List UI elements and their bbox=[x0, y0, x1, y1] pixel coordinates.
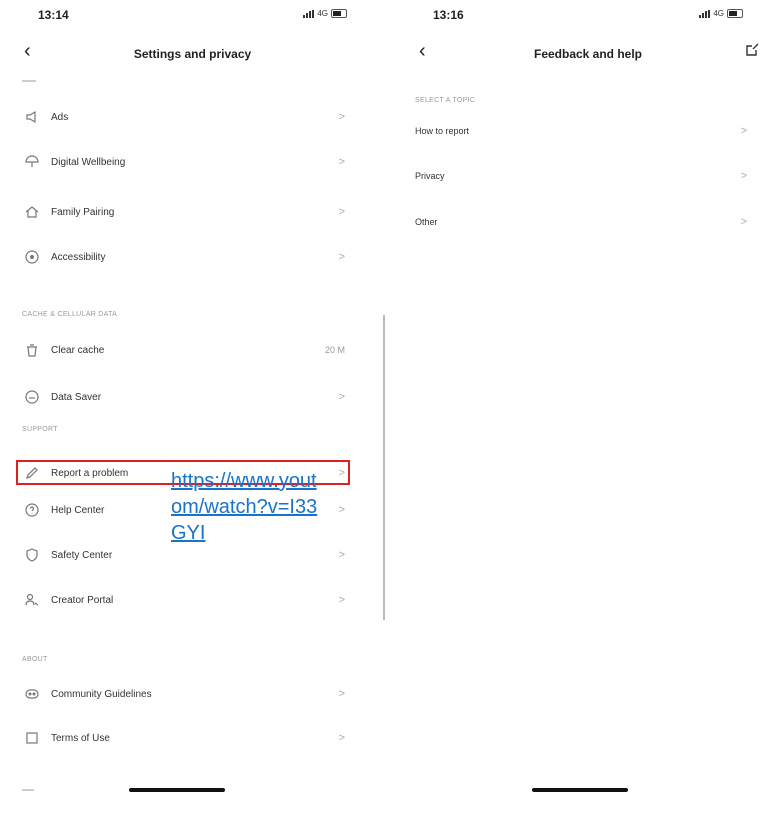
chevron-right-icon: > bbox=[338, 206, 345, 218]
settings-item-clear-cache[interactable]: Clear cache 20 M bbox=[0, 333, 385, 367]
settings-item-accessibility[interactable]: Accessibility > bbox=[0, 240, 385, 274]
topic-label: Other bbox=[415, 217, 438, 227]
home-indicator[interactable] bbox=[532, 788, 628, 792]
topic-label: Privacy bbox=[415, 171, 445, 181]
settings-item-label: Family Pairing bbox=[51, 206, 115, 218]
settings-item-label: Help Center bbox=[51, 504, 105, 516]
status-bar: 13:14 4G bbox=[0, 0, 385, 30]
topic-other[interactable]: Other > bbox=[395, 207, 781, 237]
network-type: 4G bbox=[317, 9, 328, 18]
nav-bar: ‹ Settings and privacy bbox=[0, 34, 385, 70]
creator-icon bbox=[24, 592, 40, 608]
settings-item-label: Terms of Use bbox=[51, 732, 110, 744]
settings-item-digital-wellbeing[interactable]: Digital Wellbeing > bbox=[0, 145, 385, 179]
settings-item-label: Safety Center bbox=[51, 549, 113, 561]
chevron-right-icon: > bbox=[338, 251, 345, 263]
settings-item-label: Digital Wellbeing bbox=[51, 156, 126, 168]
settings-item-label: Community Guidelines bbox=[51, 688, 152, 700]
settings-screen: 13:14 4G ‹ Settings and privacy Ads > Di… bbox=[0, 0, 385, 816]
nav-bar: ‹ Feedback and help bbox=[395, 34, 781, 70]
status-bar: 13:16 4G bbox=[395, 0, 781, 30]
question-icon bbox=[24, 502, 40, 518]
section-header-topic: SELECT A TOPIC bbox=[415, 97, 476, 104]
chevron-right-icon: > bbox=[338, 549, 345, 561]
settings-item-label: Data Saver bbox=[51, 391, 102, 403]
chevron-right-icon: > bbox=[338, 732, 345, 744]
settings-item-label: Ads bbox=[51, 111, 69, 123]
section-header-cache: CACHE & CELLULAR DATA bbox=[22, 311, 118, 318]
status-time: 13:16 bbox=[433, 8, 464, 22]
cut-off-row bbox=[22, 789, 34, 791]
section-header-support: SUPPORT bbox=[22, 426, 58, 433]
trash-icon bbox=[24, 342, 40, 358]
scrollbar[interactable] bbox=[383, 315, 385, 620]
settings-item-family-pairing[interactable]: Family Pairing > bbox=[0, 195, 385, 229]
settings-item-label: Creator Portal bbox=[51, 594, 114, 606]
chevron-right-icon: > bbox=[338, 594, 345, 606]
megaphone-icon bbox=[24, 109, 40, 125]
accessibility-icon bbox=[24, 249, 40, 265]
chevron-right-icon: > bbox=[338, 688, 345, 700]
topic-label: How to report bbox=[415, 126, 470, 136]
battery-icon bbox=[727, 9, 743, 18]
signal-icon bbox=[699, 9, 711, 18]
network-indicator: 4G bbox=[303, 9, 347, 18]
data-saver-icon bbox=[24, 389, 40, 405]
signal-icon bbox=[303, 9, 315, 18]
settings-item-ads[interactable]: Ads > bbox=[0, 100, 385, 134]
network-indicator: 4G bbox=[699, 9, 743, 18]
chevron-right-icon: > bbox=[338, 156, 345, 168]
document-icon bbox=[24, 730, 40, 746]
settings-item-terms[interactable]: Terms of Use > bbox=[0, 721, 385, 755]
cut-off-row bbox=[22, 80, 36, 82]
page-title: Settings and privacy bbox=[133, 47, 252, 61]
feedback-screen: 13:16 4G ‹ Feedback and help SELECT A TO… bbox=[395, 0, 781, 816]
chevron-right-icon: > bbox=[338, 504, 345, 516]
settings-item-creator-portal[interactable]: Creator Portal > bbox=[0, 583, 385, 617]
shield-icon bbox=[24, 547, 40, 563]
chevron-right-icon: > bbox=[338, 111, 345, 123]
settings-item-data-saver[interactable]: Data Saver > bbox=[0, 380, 385, 414]
edit-icon[interactable] bbox=[745, 43, 759, 57]
topic-privacy[interactable]: Privacy > bbox=[395, 161, 781, 191]
network-type: 4G bbox=[713, 9, 724, 18]
page-title: Feedback and help bbox=[533, 47, 643, 61]
guidelines-icon bbox=[24, 686, 40, 702]
home-indicator[interactable] bbox=[129, 788, 225, 792]
settings-item-label: Clear cache bbox=[51, 344, 105, 356]
video-link[interactable]: https://www.yout om/watch?v=I33 GYI bbox=[171, 468, 317, 546]
chevron-right-icon: > bbox=[740, 170, 747, 182]
settings-item-community-guidelines[interactable]: Community Guidelines > bbox=[0, 677, 385, 711]
chevron-right-icon: > bbox=[338, 391, 345, 403]
status-time: 13:14 bbox=[38, 8, 69, 22]
topic-how-to-report[interactable]: How to report > bbox=[395, 116, 781, 146]
battery-icon bbox=[331, 9, 347, 18]
chevron-right-icon: > bbox=[740, 125, 747, 137]
section-header-about: ABOUT bbox=[22, 656, 48, 663]
chevron-right-icon: > bbox=[740, 216, 747, 228]
home-icon bbox=[24, 204, 40, 220]
umbrella-icon bbox=[24, 154, 40, 170]
settings-item-label: Accessibility bbox=[51, 251, 106, 263]
cache-size: 20 M bbox=[324, 345, 345, 355]
